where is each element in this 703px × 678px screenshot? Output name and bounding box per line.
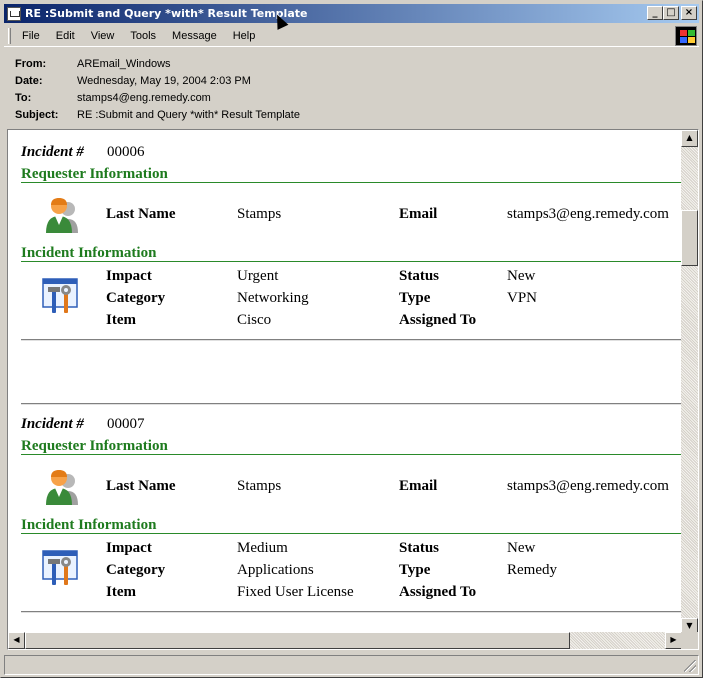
windows-logo-icon [675,26,697,46]
horizontal-scroll-thumb[interactable] [25,632,570,649]
menu-tools[interactable]: Tools [122,30,164,42]
header-value: AREmail_Windows [77,57,171,70]
header-label: Subject: [15,108,59,121]
menu-file[interactable]: File [14,30,48,42]
email-value: stamps3@eng.remedy.com [507,206,669,222]
message-headers: From: AREmail_Windows Date: Wednesday, M… [15,55,695,123]
category-value: Networking [237,290,309,306]
impact-label: Impact [106,540,152,556]
menu-grip[interactable] [8,28,11,44]
header-from: From: AREmail_Windows [15,55,695,72]
incident-section-title: Incident Information [21,517,157,533]
message-body-pane[interactable]: Incident # 00006 Requester Information L… [7,129,699,650]
email-label: Email [399,206,438,222]
envelope-icon [7,6,21,21]
vertical-scroll-thumb[interactable] [681,210,698,266]
status-value: New [507,540,536,556]
status-value: New [507,268,536,284]
menu-edit[interactable]: Edit [48,30,83,42]
message-body: Incident # 00006 Requester Information L… [8,130,682,635]
incident-number: 00007 [107,416,145,432]
incident-section-title: Incident Information [21,245,157,261]
incident-number: 00006 [107,144,145,160]
incident-divider [21,611,681,613]
incident-divider [21,403,681,405]
category-label: Category [106,290,166,306]
tools-icon [42,278,78,313]
person-icon [46,470,78,505]
category-value: Applications [237,562,314,578]
header-subject: Subject: RE :Submit and Query *with* Res… [15,106,695,123]
scroll-right-button[interactable]: ▶ [665,632,682,649]
header-date: Date: Wednesday, May 19, 2004 2:03 PM [15,72,695,89]
title-bar[interactable]: RE :Submit and Query *with* Result Templ… [4,4,699,23]
header-value: Wednesday, May 19, 2004 2:03 PM [77,74,251,87]
impact-label: Impact [106,268,152,284]
menu-bar: File Edit View Tools Message Help [4,25,699,47]
incident-divider [21,339,681,341]
scroll-corner [681,632,698,649]
scroll-up-button[interactable]: ▲ [681,130,698,147]
last-name-value: Stamps [237,478,282,494]
item-label: Item [106,584,136,600]
last-name-value: Stamps [237,206,282,222]
item-label: Item [106,312,136,328]
status-label: Status [399,268,440,284]
window-title: RE :Submit and Query *with* Result Templ… [25,7,308,20]
header-to: To: stamps4@eng.remedy.com [15,89,695,106]
header-label: From: [15,57,47,70]
incident-header: Incident # 00006 [21,144,145,161]
type-label: Type [399,562,431,578]
header-value: RE :Submit and Query *with* Result Templ… [77,108,300,121]
person-icon [46,198,78,233]
assigned-to-label: Assigned To [399,312,477,328]
type-value: Remedy [507,562,557,578]
status-label: Status [399,540,440,556]
requester-section-title: Requester Information [21,166,168,182]
menu-help[interactable]: Help [225,30,264,42]
header-label: Date: [15,74,43,87]
incident-header: Incident # 00007 [21,416,145,433]
close-button[interactable]: × [681,6,697,20]
resize-grip-icon[interactable] [684,660,696,672]
section-divider [21,454,681,455]
tools-icon [42,550,78,585]
message-window: RE :Submit and Query *with* Result Templ… [0,0,703,678]
incident-label: Incident # [21,416,84,432]
scroll-left-button[interactable]: ◀ [8,632,25,649]
type-value: VPN [507,290,538,306]
horizontal-scrollbar[interactable]: ◀ ▶ [8,632,682,649]
assigned-to-label: Assigned To [399,584,477,600]
menu-message[interactable]: Message [164,30,225,42]
header-label: To: [15,91,32,104]
minimize-button[interactable]: _ [647,6,663,20]
item-value: Fixed User License [237,584,354,600]
section-divider [21,533,681,534]
header-value: stamps4@eng.remedy.com [77,91,211,104]
impact-value: Urgent [237,268,279,284]
item-value: Cisco [237,312,272,328]
vertical-scrollbar[interactable]: ▲ ▼ [681,130,698,635]
status-bar [4,655,699,675]
type-label: Type [399,290,431,306]
email-label: Email [399,478,438,494]
menu-view[interactable]: View [83,30,123,42]
section-divider [21,261,681,262]
section-divider [21,182,681,183]
maximize-button[interactable]: □ [663,6,679,20]
last-name-label: Last Name [106,206,176,222]
email-value: stamps3@eng.remedy.com [507,478,669,494]
last-name-label: Last Name [106,478,176,494]
category-label: Category [106,562,166,578]
incident-label: Incident # [21,144,84,160]
impact-value: Medium [237,540,288,556]
requester-section-title: Requester Information [21,438,168,454]
